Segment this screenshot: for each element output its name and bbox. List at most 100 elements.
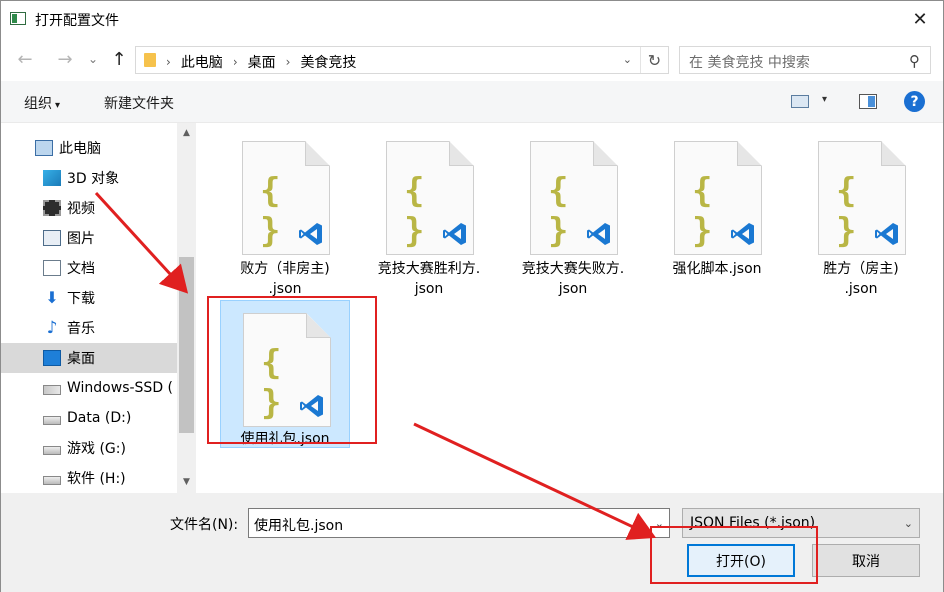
- folder-icon: [144, 53, 156, 67]
- sidebar-item-software-drive[interactable]: 软件 (H:): [1, 463, 177, 493]
- navigation-pane: 此电脑 3D 对象 视频 图片 文档 ⬇ 下载 ♪ 音乐 桌面 Windows-…: [1, 123, 197, 493]
- documents-icon: [43, 260, 61, 276]
- forward-button[interactable]: →: [53, 47, 77, 71]
- vscode-icon: [443, 223, 466, 245]
- view-options-dropdown[interactable]: ▾: [822, 94, 827, 105]
- file-item[interactable]: { } 强化脚本.json: [652, 129, 782, 289]
- json-file-icon: { }: [674, 141, 762, 255]
- close-button[interactable]: ✕: [897, 1, 943, 37]
- 3d-objects-icon: [43, 170, 61, 186]
- sidebar-item-games-drive[interactable]: 游戏 (G:): [1, 433, 177, 463]
- file-item[interactable]: { } 竞技大赛胜利方. json: [364, 129, 494, 297]
- sidebar-item-label: 文档: [67, 261, 95, 277]
- refresh-button[interactable]: ↻: [640, 47, 668, 73]
- title-bar: 打开配置文件 ✕: [1, 1, 943, 37]
- scroll-down-icon[interactable]: ▼: [177, 473, 196, 490]
- back-button[interactable]: ←: [13, 47, 37, 71]
- file-name: 竞技大赛胜利方. json: [377, 261, 481, 297]
- dialog-title: 打开配置文件: [35, 13, 119, 29]
- computer-icon: [35, 140, 53, 156]
- address-dropdown-icon[interactable]: ⌄: [623, 53, 632, 66]
- download-icon: ⬇: [45, 288, 59, 307]
- json-file-icon: { }: [530, 141, 618, 255]
- breadcrumb-separator[interactable]: ›: [233, 55, 238, 69]
- filename-label: 文件名(N):: [170, 517, 239, 533]
- json-file-icon: { }: [386, 141, 474, 255]
- chevron-down-icon[interactable]: ⌄: [904, 517, 913, 530]
- breadcrumb-item-desktop[interactable]: 桌面: [248, 52, 276, 72]
- chevron-down-icon: ▾: [55, 100, 61, 111]
- drive-icon: [43, 446, 61, 455]
- sidebar-item-data-drive[interactable]: Data (D:): [1, 403, 177, 433]
- drive-icon: [43, 476, 61, 485]
- scrollbar-thumb[interactable]: [179, 257, 194, 433]
- sidebar-item-label: 软件 (H:): [67, 471, 126, 487]
- change-view-icon[interactable]: [791, 95, 809, 108]
- vscode-icon: [731, 223, 754, 245]
- sidebar-item-label: 图片: [67, 231, 95, 247]
- sidebar-item-downloads[interactable]: ⬇ 下载: [1, 283, 177, 313]
- filename-input[interactable]: 使用礼包.json ⌄: [248, 508, 670, 538]
- sidebar-item-3d-objects[interactable]: 3D 对象: [1, 163, 177, 193]
- sidebar-item-label: 音乐: [67, 321, 95, 337]
- search-icon: ⚲: [909, 52, 920, 70]
- help-button[interactable]: ?: [904, 91, 925, 112]
- preview-pane-icon[interactable]: [859, 94, 877, 109]
- music-icon: ♪: [46, 318, 58, 338]
- sidebar-item-label: 下载: [67, 291, 95, 307]
- sidebar-item-label: 游戏 (G:): [67, 441, 126, 457]
- windows-drive-icon: [43, 385, 61, 395]
- sidebar-scrollbar[interactable]: ▲ ▼: [177, 123, 196, 493]
- breadcrumb-item-this-pc[interactable]: 此电脑: [181, 52, 223, 72]
- sidebar-item-this-pc[interactable]: 此电脑: [1, 133, 177, 163]
- recent-locations-button[interactable]: ⌄: [81, 47, 105, 71]
- filename-value[interactable]: 使用礼包.json: [254, 515, 343, 535]
- sidebar-item-pictures[interactable]: 图片: [1, 223, 177, 253]
- open-file-dialog: 打开配置文件 ✕ ← → ⌄ ↑ › 此电脑 › 桌面 › 美食竞技 ⌄ ↻ 在…: [0, 0, 944, 592]
- vscode-icon: [875, 223, 898, 245]
- highlight-box-open-button: [650, 526, 818, 584]
- organize-label: 组织: [24, 96, 52, 112]
- sidebar-item-desktop[interactable]: 桌面: [1, 343, 177, 373]
- new-folder-button[interactable]: 新建文件夹: [104, 93, 174, 113]
- desktop-icon: [43, 350, 61, 366]
- highlight-box-selected-file: [207, 296, 377, 444]
- file-name: 胜方（房主) .json: [823, 261, 899, 297]
- vscode-icon: [587, 223, 610, 245]
- pictures-icon: [43, 230, 61, 246]
- organize-menu-button[interactable]: 组织 ▾: [24, 93, 60, 113]
- cancel-button[interactable]: 取消: [812, 544, 920, 577]
- sidebar-item-documents[interactable]: 文档: [1, 253, 177, 283]
- file-item[interactable]: { } 竞技大赛失败方. json: [508, 129, 638, 297]
- sidebar-item-windows-ssd[interactable]: Windows-SSD (: [1, 373, 177, 403]
- json-file-icon: { }: [818, 141, 906, 255]
- breadcrumb-item-folder[interactable]: 美食竞技: [300, 52, 356, 72]
- sidebar-item-label: Windows-SSD (: [67, 380, 174, 396]
- file-name: 强化脚本.json: [672, 261, 762, 277]
- navigation-bar: ← → ⌄ ↑ › 此电脑 › 桌面 › 美食竞技 ⌄ ↻ 在 美食竞技 中搜索…: [1, 43, 943, 77]
- sidebar-item-label: Data (D:): [67, 410, 132, 426]
- search-input[interactable]: 在 美食竞技 中搜索 ⚲: [679, 46, 931, 74]
- sidebar-item-label: 3D 对象: [67, 171, 120, 187]
- up-one-level-button[interactable]: ↑: [107, 47, 131, 71]
- breadcrumb: › 此电脑 › 桌面 › 美食竞技: [166, 52, 356, 72]
- video-icon: [43, 200, 61, 216]
- sidebar-item-label: 桌面: [67, 351, 95, 367]
- command-toolbar: 组织 ▾ 新建文件夹 ▾ ?: [1, 81, 943, 123]
- breadcrumb-separator[interactable]: ›: [286, 55, 291, 69]
- file-item[interactable]: { } 败方（非房主) .json: [220, 129, 350, 297]
- json-file-icon: { }: [242, 141, 330, 255]
- app-window-icon: [10, 12, 26, 25]
- file-name: 竞技大赛失败方. json: [521, 261, 625, 297]
- scroll-up-icon[interactable]: ▲: [177, 124, 196, 141]
- file-name: 败方（非房主) .json: [240, 261, 330, 297]
- sidebar-item-label: 此电脑: [59, 141, 101, 157]
- search-placeholder: 在 美食竞技 中搜索: [689, 55, 810, 71]
- sidebar-item-videos[interactable]: 视频: [1, 193, 177, 223]
- file-item[interactable]: { } 胜方（房主) .json: [796, 129, 926, 297]
- breadcrumb-separator: ›: [166, 55, 171, 69]
- address-bar[interactable]: › 此电脑 › 桌面 › 美食竞技 ⌄ ↻: [135, 46, 669, 74]
- drive-icon: [43, 416, 61, 425]
- vscode-icon: [299, 223, 322, 245]
- sidebar-item-music[interactable]: ♪ 音乐: [1, 313, 177, 343]
